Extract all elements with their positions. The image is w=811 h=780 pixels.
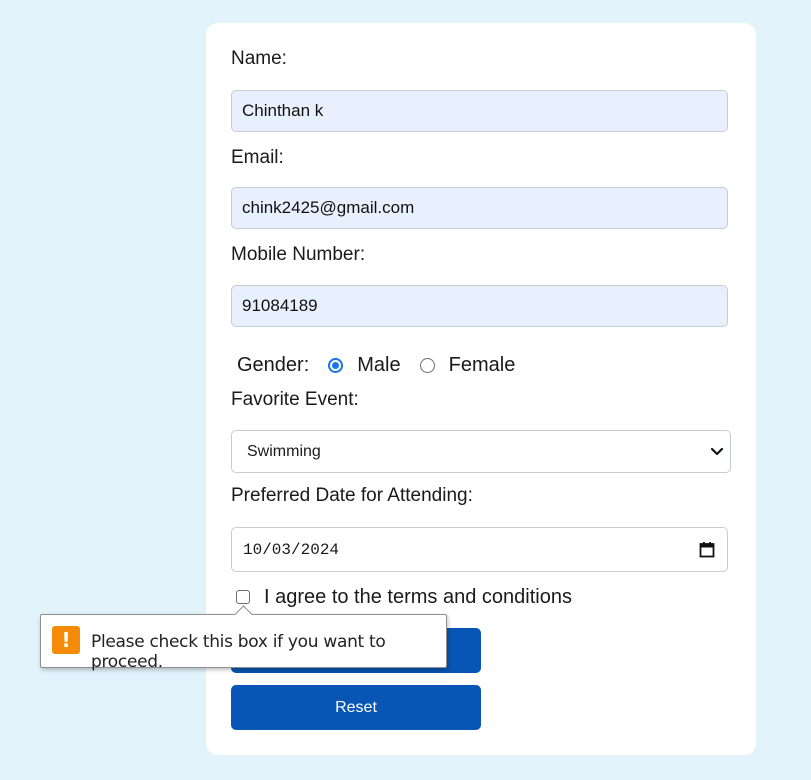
validation-tooltip: ! Please check this box if you want to p… xyxy=(40,605,447,672)
gender-female-radio[interactable] xyxy=(419,357,435,373)
chevron-down-icon xyxy=(710,442,724,467)
reset-button[interactable]: Reset xyxy=(231,685,481,730)
validation-message: Please check this box if you want to pro… xyxy=(91,632,386,672)
name-label: Name: xyxy=(231,48,287,69)
date-input-value: 10/03/2024 xyxy=(243,540,340,559)
event-label: Favorite Event: xyxy=(231,389,359,410)
warning-icon: ! xyxy=(52,626,80,654)
date-label: Preferred Date for Attending: xyxy=(231,485,473,506)
gender-male-radio[interactable] xyxy=(328,357,344,373)
email-label: Email: xyxy=(231,147,284,168)
mobile-input[interactable] xyxy=(231,285,728,327)
gender-label: Gender: xyxy=(237,353,310,376)
calendar-icon[interactable] xyxy=(699,541,715,563)
terms-row: I agree to the terms and conditions xyxy=(236,586,572,608)
gender-group: Gender: Male Female xyxy=(237,352,515,378)
name-input[interactable] xyxy=(231,90,728,132)
terms-label[interactable]: I agree to the terms and conditions xyxy=(264,586,572,609)
event-select[interactable]: Swimming xyxy=(231,430,731,473)
terms-checkbox[interactable] xyxy=(236,590,250,604)
gender-male-label[interactable]: Male xyxy=(357,354,400,377)
date-input[interactable]: 10/03/2024 xyxy=(231,527,728,572)
mobile-label: Mobile Number: xyxy=(231,244,366,265)
event-select-value: Swimming xyxy=(247,442,321,460)
gender-female-label[interactable]: Female xyxy=(449,354,516,377)
email-input[interactable] xyxy=(231,187,728,229)
